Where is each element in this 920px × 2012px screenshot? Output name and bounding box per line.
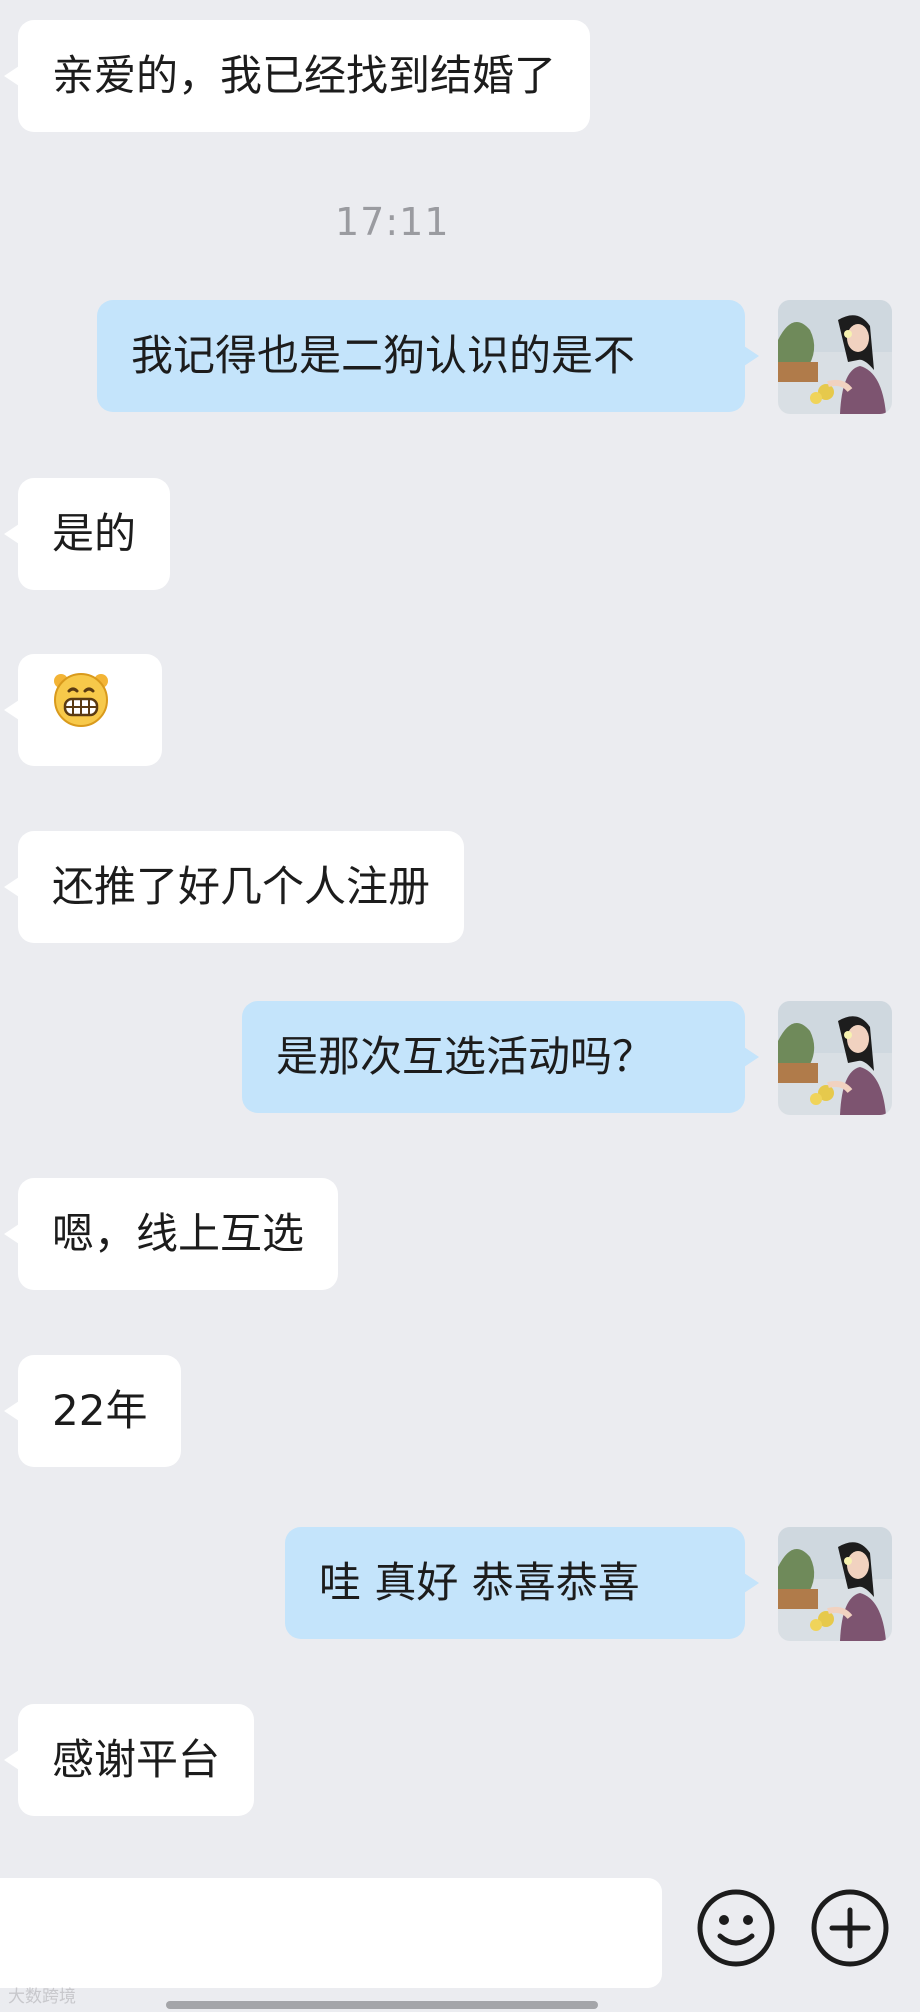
message-bubble-incoming[interactable]: 嗯，线上互选 [3, 1178, 339, 1290]
emoji-button[interactable] [696, 1888, 776, 1968]
more-button[interactable] [810, 1888, 890, 1968]
plus-circle-icon [810, 1889, 890, 1972]
avatar[interactable] [778, 1527, 892, 1641]
message-bubble-outgoing[interactable]: 是那次互选活动吗？ [242, 1001, 759, 1113]
message-bubble-incoming[interactable]: 还推了好几个人注册 [3, 831, 465, 943]
home-indicator[interactable] [166, 2001, 598, 2009]
avatar[interactable] [778, 300, 892, 414]
avatar[interactable] [778, 1001, 892, 1115]
message-bubble-incoming[interactable]: 是的 [3, 478, 171, 590]
input-bar [0, 1848, 920, 2012]
message-bubble-incoming[interactable] [4, 654, 162, 769]
message-bubble-incoming[interactable]: 感谢平台 [3, 1704, 255, 1816]
watermark: 大数跨境 [8, 1987, 76, 2007]
message-timestamp: 17:11 [335, 200, 450, 244]
message-input[interactable] [0, 1878, 662, 1988]
message-bubble-incoming[interactable]: 22年 [3, 1355, 182, 1467]
chat-area: 亲爱的，我已经找到结婚了 17:11 我记得也是二狗认识的是不 是的 还推了好几… [0, 0, 920, 1848]
message-bubble-outgoing[interactable]: 哇 真好 恭喜恭喜 [285, 1527, 759, 1639]
message-bubble-incoming[interactable]: 亲爱的，我已经找到结婚了 [3, 20, 591, 132]
smiley-face-icon [696, 1889, 776, 1972]
grinning-face-emoji-icon [52, 657, 110, 769]
message-bubble-outgoing[interactable]: 我记得也是二狗认识的是不 [97, 300, 759, 412]
